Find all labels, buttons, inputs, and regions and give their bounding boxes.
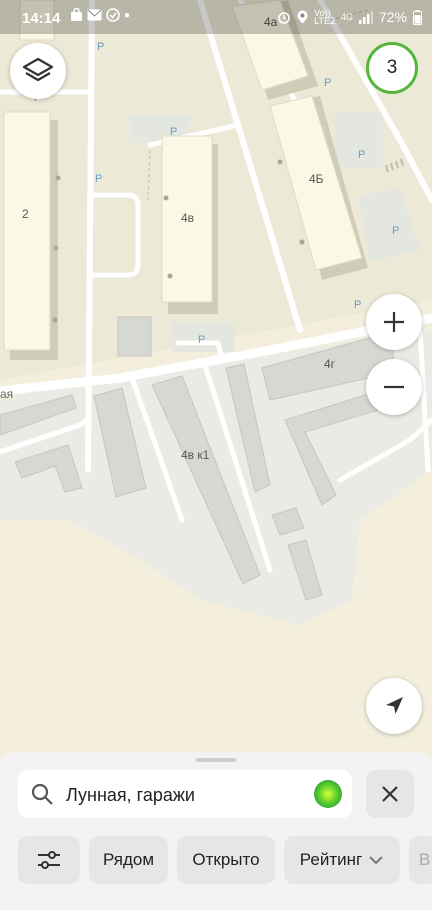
sheet-drag-handle[interactable] xyxy=(196,758,236,762)
counter-value: 3 xyxy=(386,57,398,78)
chip-label: Рейтинг xyxy=(299,850,363,869)
parking-label: P xyxy=(324,77,331,89)
chip-label: Открыто xyxy=(192,850,260,869)
check-circle-icon xyxy=(106,8,120,22)
network-type: 4G xyxy=(340,12,353,22)
battery-percent: 72% xyxy=(378,9,407,25)
chip-label: Рядом xyxy=(102,850,155,869)
parking-label: P xyxy=(198,334,205,346)
filter-chips: Рядом Открыто Рейтинг В xyxy=(18,836,432,884)
building-label: 4г xyxy=(324,357,336,371)
minus-icon xyxy=(384,385,404,389)
system-icons: Vo)) LTE2 4G 72% xyxy=(277,9,422,26)
alarm-icon xyxy=(278,12,290,24)
alice-icon[interactable] xyxy=(314,780,342,808)
notification-icons: ● xyxy=(70,8,130,22)
volte-indicator: Vo)) LTE2 xyxy=(314,9,335,26)
zoom-in-button[interactable] xyxy=(366,294,422,350)
chip-open[interactable]: Открыто xyxy=(177,836,275,884)
parking-label: P xyxy=(170,126,177,138)
chip-label: В xyxy=(419,850,431,869)
navigation-arrow-icon xyxy=(386,697,403,714)
chip-rating[interactable]: Рейтинг xyxy=(284,836,400,884)
parking-label: P xyxy=(358,149,365,161)
search-icon xyxy=(31,783,53,805)
sliders-icon xyxy=(38,851,60,869)
close-search-button[interactable] xyxy=(366,770,414,818)
more-notifications-icon: ● xyxy=(124,9,131,21)
status-bar: 14:14 ● Vo)) LTE2 4G 72% xyxy=(0,0,432,36)
building-label: 4Б xyxy=(309,172,324,186)
building-label: 4в к1 xyxy=(181,448,210,462)
building-label: 2 xyxy=(22,207,29,221)
my-location-button[interactable] xyxy=(366,678,422,734)
chevron-down-icon xyxy=(369,856,383,865)
zoom-out-button[interactable] xyxy=(366,359,422,415)
chip-partial[interactable]: В xyxy=(409,836,432,884)
battery-icon xyxy=(413,9,422,25)
parking-label: P xyxy=(354,299,361,311)
layers-icon xyxy=(22,57,54,82)
volte-bottom: LTE2 xyxy=(314,16,335,26)
building-label: 4в xyxy=(181,211,194,225)
layers-button[interactable] xyxy=(10,43,66,99)
location-pin-icon xyxy=(297,10,308,24)
parking-label: P xyxy=(95,173,102,185)
search-sheet: Рядом Открыто Рейтинг В xyxy=(0,752,432,910)
mail-icon xyxy=(87,9,102,21)
chip-nearby[interactable]: Рядом xyxy=(89,836,168,884)
parking-label: P xyxy=(392,225,399,237)
search-box[interactable] xyxy=(18,770,352,818)
filters-button[interactable] xyxy=(18,836,80,884)
street-label: ая xyxy=(0,387,13,401)
close-icon xyxy=(382,786,398,802)
signal-icon xyxy=(358,10,373,24)
clock: 14:14 xyxy=(22,10,61,27)
search-input[interactable] xyxy=(66,785,306,806)
parking-label: P xyxy=(97,41,104,53)
plus-icon xyxy=(384,312,404,332)
results-counter-badge[interactable]: 3 xyxy=(366,42,418,94)
shopping-bag-icon xyxy=(71,8,82,21)
